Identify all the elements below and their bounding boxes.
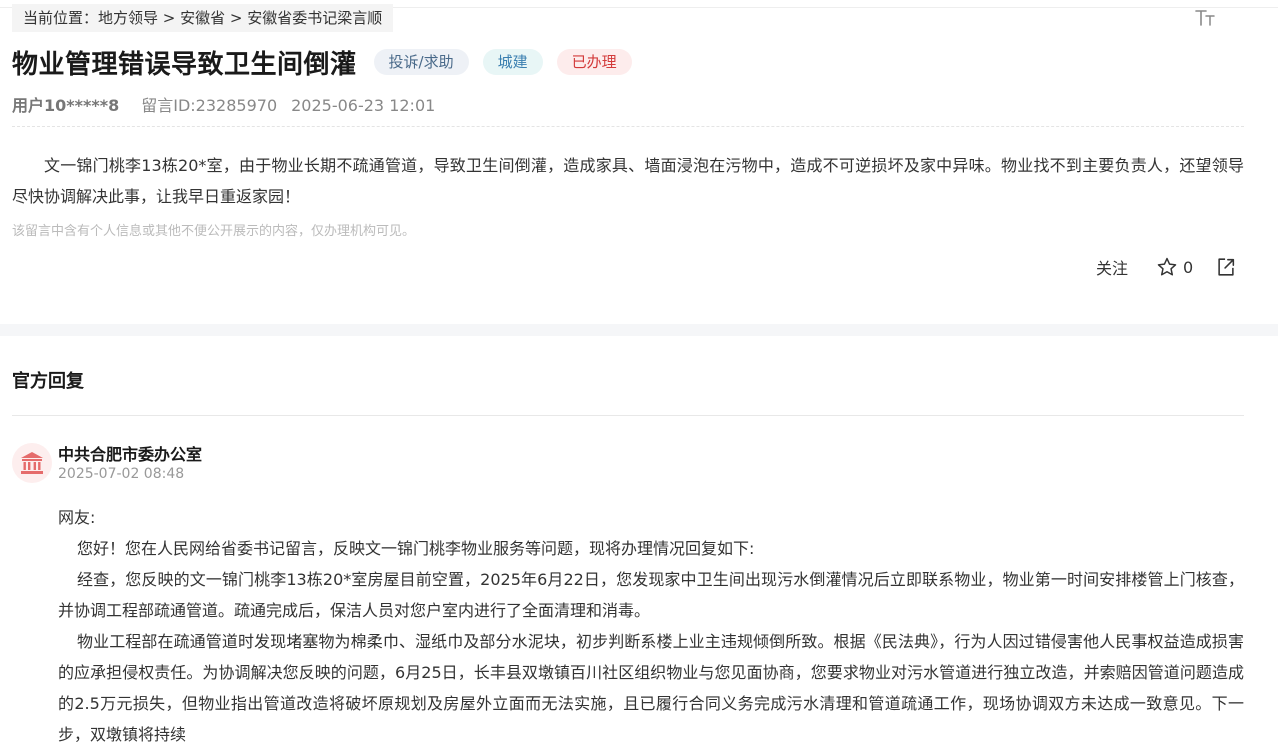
reply-content: 网友: 您好！您在人民网给省委书记留言，反映文一锦门桃李物业服务等问题，现将办理… <box>58 502 1244 750</box>
share-icon <box>1218 258 1235 276</box>
org-name: 中共合肥市委办公室 <box>58 445 203 464</box>
breadcrumb-level-1[interactable]: 地方领导 <box>98 9 158 27</box>
meta-divider <box>12 126 1244 127</box>
reply-time: 2025-07-02 08:48 <box>58 466 185 482</box>
privacy-notice: 该留言中含有个人信息或其他不便公开展示的内容，仅办理机构可见。 <box>12 224 416 239</box>
like-button[interactable]: 0 <box>1156 256 1193 278</box>
message-title: 物业管理错误导致卫生间倒灌 <box>12 49 357 80</box>
message-id: 留言ID:23285970 <box>141 96 278 115</box>
message-actions: 关注 0 <box>1096 253 1237 281</box>
section-separator <box>0 324 1278 336</box>
breadcrumb-separator: > <box>225 9 248 27</box>
reply-paragraph: 您好！您在人民网给省委书记留言，反映文一锦门桃李物业服务等问题，现将办理情况回复… <box>77 539 755 558</box>
message-header: 物业管理错误导致卫生间倒灌 投诉/求助 城建 已办理 <box>12 42 632 82</box>
reply-paragraph: 经查，您反映的文一锦门桃李13栋20*室房屋目前空置，2025年6月22日，您发… <box>58 570 1244 620</box>
status-badge: 已办理 <box>556 49 632 75</box>
message-content: 文一锦门桃李13栋20*室，由于物业长期不疏通管道，导致卫生间倒灌，造成家具、墙… <box>12 156 1244 206</box>
breadcrumb-prefix: 当前位置： <box>23 9 99 27</box>
government-building-icon <box>21 452 43 474</box>
breadcrumb-level-2[interactable]: 安徽省 <box>180 9 225 27</box>
star-icon <box>1157 257 1177 276</box>
share-button[interactable] <box>1215 256 1237 278</box>
reply-greeting: 网友: <box>58 508 96 527</box>
like-count: 0 <box>1183 257 1194 277</box>
message-datetime: 2025-06-23 12:01 <box>291 96 436 115</box>
field-tag: 城建 <box>482 49 543 75</box>
breadcrumb-level-3[interactable]: 安徽省委书记梁言顺 <box>247 9 382 27</box>
breadcrumb-separator: > <box>158 9 181 27</box>
breadcrumb: 当前位置：地方领导 > 安徽省 > 安徽省委书记梁言顺 <box>12 4 394 32</box>
official-reply-title: 官方回复 <box>12 371 84 392</box>
type-tag: 投诉/求助 <box>373 49 469 75</box>
avatar <box>12 443 52 483</box>
font-size-icon[interactable] <box>1194 6 1216 28</box>
message-meta: 用户10*****8 留言ID:23285970 2025-06-23 12:01 <box>12 94 435 118</box>
follow-button[interactable]: 关注 <box>1096 255 1128 279</box>
user-name: 用户10*****8 <box>12 96 120 115</box>
official-divider <box>12 415 1244 416</box>
reply-paragraph: 物业工程部在疏通管道时发现堵塞物为棉柔巾、湿纸巾及部分水泥块，初步判断系楼上业主… <box>58 632 1244 744</box>
